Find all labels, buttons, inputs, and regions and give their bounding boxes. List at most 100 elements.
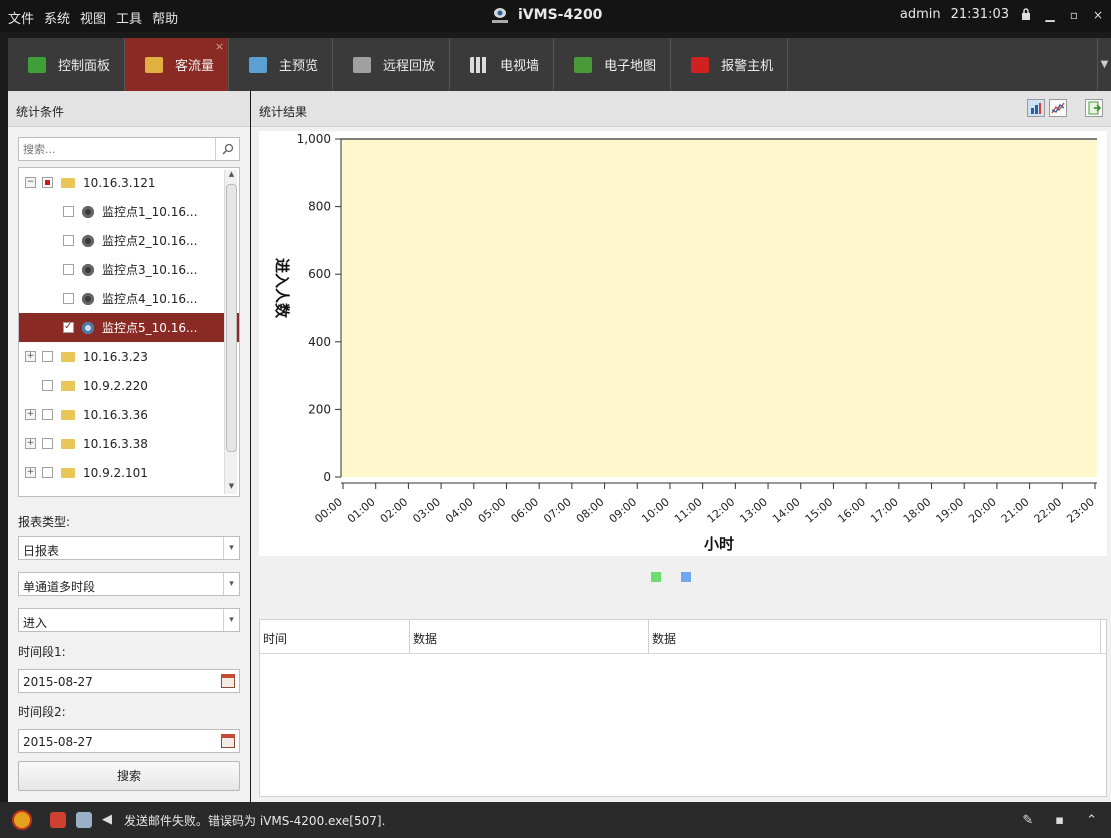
report-type-value: 日报表	[23, 544, 60, 558]
expand-icon[interactable]: +	[25, 351, 36, 362]
folder-icon	[61, 467, 75, 478]
checkbox[interactable]	[42, 409, 53, 420]
x-tick-label: 05:00	[476, 495, 509, 525]
column-header-data-2[interactable]: 数据	[649, 620, 1101, 654]
tab-alarm-host[interactable]: 报警主机	[671, 38, 789, 91]
scrollbar-thumb[interactable]	[226, 184, 237, 452]
tree-node-label: 10.16.3.36	[83, 407, 148, 422]
tree-node-label: 监控点2_10.16...	[102, 234, 198, 248]
tab-main-view[interactable]: 主预览	[229, 38, 334, 91]
calendar-icon[interactable]	[221, 734, 235, 748]
tree-device-node[interactable]: +10.16.3.23	[19, 342, 239, 371]
checkbox[interactable]	[42, 467, 53, 478]
report-type-label: 报表类型:	[18, 515, 71, 529]
user-name: admin	[899, 7, 941, 22]
status-message: 发送邮件失败。错误码为 iVMS-4200.exe[507].	[124, 813, 386, 828]
bar-chart-view-icon[interactable]	[1027, 99, 1045, 117]
screen-icon[interactable]	[76, 812, 92, 828]
search-input[interactable]	[19, 138, 209, 160]
chevron-down-icon[interactable]: ▾	[223, 573, 239, 595]
maximize-icon[interactable]: ▫	[1067, 8, 1081, 22]
period2-date-field[interactable]: 2015-08-27	[18, 729, 240, 753]
video-wall-icon	[470, 56, 489, 73]
tree-camera-node[interactable]: 监控点5_10.16...	[19, 313, 239, 342]
checkbox[interactable]	[42, 351, 53, 362]
tree-device-node[interactable]: +10.16.3.36	[19, 400, 239, 429]
menu-help[interactable]: 帮助	[152, 8, 178, 27]
x-tick-label: 16:00	[835, 495, 868, 525]
checkbox[interactable]	[42, 177, 53, 188]
collapse-icon[interactable]: −	[25, 177, 36, 188]
checkbox[interactable]	[42, 438, 53, 449]
x-tick-label: 08:00	[574, 495, 607, 525]
checkbox[interactable]	[42, 380, 53, 391]
tab-control-panel[interactable]: 控制面板	[8, 38, 126, 91]
channel-mode-select[interactable]: 单通道多时段 ▾	[18, 572, 240, 596]
tree-device-node[interactable]: − 10.16.3.121	[19, 168, 239, 197]
column-header-data-1[interactable]: 数据	[410, 620, 649, 654]
checkbox[interactable]	[63, 293, 74, 304]
search-icon[interactable]	[215, 138, 239, 160]
checkbox[interactable]	[63, 264, 74, 275]
x-tick-label: 13:00	[737, 495, 770, 525]
tree-camera-node[interactable]: 监控点1_10.16...	[19, 197, 239, 226]
checkbox[interactable]	[63, 206, 74, 217]
tab-emap[interactable]: 电子地图	[554, 38, 672, 91]
calendar-icon[interactable]	[221, 674, 235, 688]
line-chart-view-icon[interactable]	[1049, 99, 1067, 117]
checkbox[interactable]	[63, 321, 74, 333]
direction-select[interactable]: 进入 ▾	[18, 608, 240, 632]
tree-camera-node[interactable]: 监控点4_10.16...	[19, 284, 239, 313]
pin-icon[interactable]: ✎	[1022, 813, 1033, 828]
tree-camera-node[interactable]: 监控点3_10.16...	[19, 255, 239, 284]
expand-icon[interactable]: +	[25, 467, 36, 478]
tree-device-node[interactable]: 10.9.2.220	[19, 371, 239, 400]
tree-device-node[interactable]: +10.9.2.101	[19, 458, 239, 487]
chevron-down-icon[interactable]: ▾	[223, 537, 239, 559]
column-header-time[interactable]: 时间	[260, 620, 410, 654]
tab-people-flow[interactable]: 客流量	[125, 38, 230, 91]
collapse-icon[interactable]: ⌃	[1086, 813, 1097, 828]
x-tick-label: 09:00	[607, 495, 640, 525]
tab-remote-playback[interactable]: 远程回放	[333, 38, 451, 91]
expand-icon[interactable]: +	[25, 409, 36, 420]
search-button[interactable]: 搜索	[18, 761, 240, 791]
lock-icon[interactable]	[1019, 7, 1033, 22]
people-flow-icon	[145, 56, 164, 73]
status-right: ✎ ▪ ⌃	[1022, 813, 1097, 828]
window-icon[interactable]: ▪	[1055, 813, 1064, 828]
camera-icon	[82, 292, 94, 305]
menu-view[interactable]: 视图	[80, 8, 106, 27]
speaker-icon[interactable]: ◀	[102, 812, 118, 828]
period2-value: 2015-08-27	[23, 735, 93, 749]
menu-file[interactable]: 文件	[8, 8, 34, 27]
warning-icon[interactable]	[12, 810, 32, 830]
title-right: admin 21:31:03 ▁ ▫ ×	[900, 7, 1105, 22]
y-tick-label: 800	[308, 200, 331, 214]
menu-system[interactable]: 系统	[44, 8, 70, 27]
tree-node-label: 监控点3_10.16...	[102, 263, 198, 277]
chevron-down-icon[interactable]: ▾	[223, 609, 239, 631]
tree-device-node[interactable]: +10.16.3.38	[19, 429, 239, 458]
tree-scrollbar[interactable]: ▲ ▼	[224, 170, 237, 494]
menu-tools[interactable]: 工具	[116, 8, 142, 27]
tab-label: 报警主机	[721, 59, 774, 74]
expand-icon[interactable]: +	[25, 438, 36, 449]
export-icon[interactable]	[1085, 99, 1103, 117]
tab-video-wall[interactable]: 电视墙	[450, 38, 555, 91]
camera-icon	[82, 321, 94, 334]
period1-date-field[interactable]: 2015-08-27	[18, 669, 240, 693]
scroll-up-icon[interactable]: ▲	[225, 170, 238, 182]
folder-icon	[61, 409, 75, 420]
minimize-icon[interactable]: ▁	[1043, 8, 1057, 22]
tab-overflow-button[interactable]: ▼	[1097, 38, 1111, 91]
tree-camera-node[interactable]: 监控点2_10.16...	[19, 226, 239, 255]
checkbox[interactable]	[63, 235, 74, 246]
report-type-select[interactable]: 日报表 ▾	[18, 536, 240, 560]
alarm-icon[interactable]	[50, 812, 66, 828]
plot-area	[341, 139, 1097, 477]
x-tick-label: 02:00	[378, 495, 411, 525]
scroll-down-icon[interactable]: ▼	[225, 482, 238, 494]
close-icon[interactable]: ×	[1091, 8, 1105, 22]
tab-label: 主预览	[279, 59, 319, 74]
